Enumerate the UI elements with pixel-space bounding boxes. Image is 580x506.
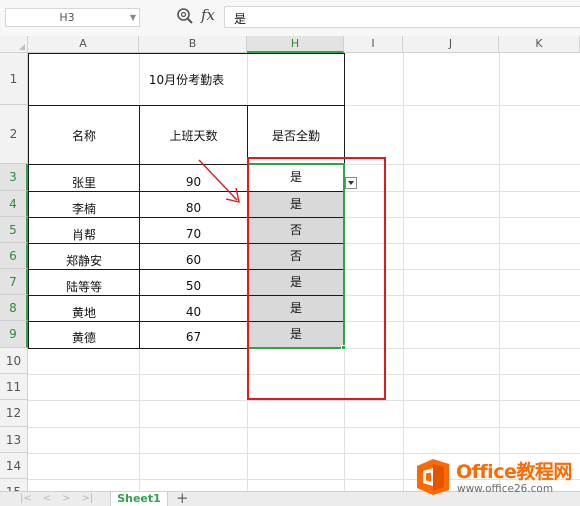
prev-sheet-icon[interactable]: < [43, 492, 51, 506]
formula-bar: H3 ▼ fx 是 [0, 0, 580, 36]
add-sheet-icon[interactable]: + [176, 491, 189, 506]
zoom-icon[interactable] [176, 7, 194, 25]
watermark-url: www.office26.com [457, 483, 554, 495]
formula-text: 是 [234, 12, 247, 26]
next-sheet-icon[interactable]: > [62, 492, 70, 506]
formula-input[interactable]: 是 [224, 6, 580, 28]
annotation-arrow-icon [198, 159, 240, 203]
name-box[interactable]: H3 ▼ [5, 8, 140, 27]
last-sheet-icon[interactable]: >| [82, 492, 94, 506]
watermark: Office教程网 www.office26.com [414, 455, 579, 501]
watermark-title: Office教程网 [456, 461, 572, 483]
spreadsheet-grid[interactable]: A B H I J K 1 2 3 4 5 6 7 8 9 10 11 12 1… [0, 36, 580, 491]
function-icon[interactable]: fx [201, 6, 215, 24]
office-logo-icon [417, 459, 449, 495]
chevron-down-icon[interactable]: ▼ [130, 13, 136, 22]
tab-sheet1[interactable]: Sheet1 [110, 492, 168, 506]
first-sheet-icon[interactable]: |< [20, 492, 32, 506]
name-box-value: H3 [59, 11, 75, 24]
sheet-navigation: |< < > >| [20, 492, 93, 506]
